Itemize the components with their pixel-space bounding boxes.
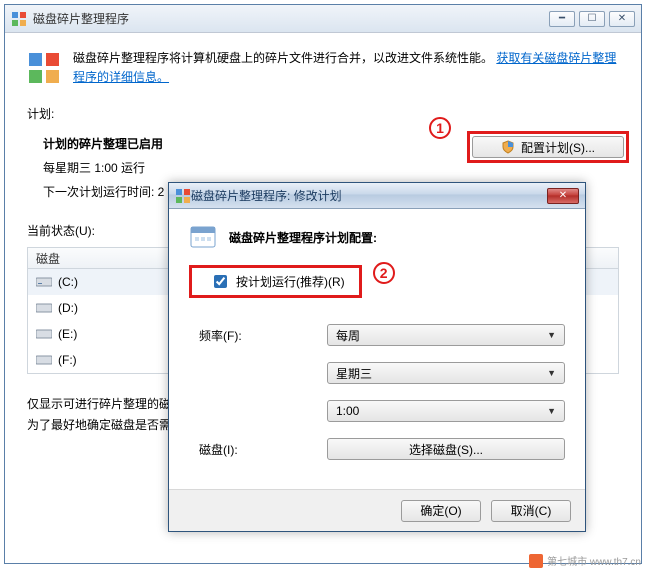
- day-combo[interactable]: 星期三 ▼: [327, 362, 565, 384]
- drive-label: (E:): [58, 327, 77, 341]
- defrag-app-icon: [11, 11, 27, 27]
- disk-row: 磁盘(I): 选择磁盘(S)...: [199, 430, 565, 468]
- day-row: 星期三 ▼: [199, 354, 565, 392]
- defrag-app-icon: [175, 188, 191, 204]
- select-disk-button[interactable]: 选择磁盘(S)...: [327, 438, 565, 460]
- maximize-button[interactable]: ☐: [579, 11, 605, 27]
- dialog-footer: 确定(O) 取消(C): [169, 489, 585, 531]
- callout-1-badge: 1: [429, 117, 451, 139]
- watermark-logo-icon: [529, 554, 543, 568]
- callout-2-box: 按计划运行(推荐)(R) 2: [189, 265, 362, 298]
- ok-button[interactable]: 确定(O): [401, 500, 481, 522]
- drive-icon: [36, 276, 52, 288]
- drive-icon: [36, 302, 52, 314]
- schedule-form: 频率(F): 每周 ▼ 星期三 ▼ 1:00 ▼: [199, 316, 565, 468]
- info-desc: 磁盘碎片整理程序将计算机硬盘上的碎片文件进行合并，以改进文件系统性能。: [73, 51, 493, 65]
- frequency-label: 频率(F):: [199, 327, 327, 344]
- day-value: 星期三: [336, 365, 372, 382]
- run-on-schedule-checkbox[interactable]: [214, 275, 227, 288]
- main-titlebar: 磁盘碎片整理程序 ━ ☐ ✕: [5, 5, 641, 33]
- configure-schedule-label: 配置计划(S)...: [521, 139, 595, 156]
- frequency-combo[interactable]: 每周 ▼: [327, 324, 565, 346]
- main-title: 磁盘碎片整理程序: [33, 10, 549, 27]
- callout-1-box: 配置计划(S)...: [467, 131, 629, 163]
- drive-label: (D:): [58, 301, 78, 315]
- configure-schedule-button[interactable]: 配置计划(S)...: [472, 136, 624, 158]
- chevron-down-icon: ▼: [547, 406, 556, 416]
- cancel-label: 取消(C): [511, 502, 552, 519]
- config-area: 配置计划(S)...: [467, 131, 629, 163]
- dialog-title: 磁盘碎片整理程序: 修改计划: [191, 187, 547, 204]
- info-bar: 磁盘碎片整理程序将计算机硬盘上的碎片文件进行合并，以改进文件系统性能。 获取有关…: [5, 33, 641, 89]
- chevron-down-icon: ▼: [547, 368, 556, 378]
- dialog-header-row: 磁盘碎片整理程序计划配置:: [189, 223, 565, 251]
- time-value: 1:00: [336, 404, 359, 418]
- frequency-value: 每周: [336, 327, 360, 344]
- drive-icon: [36, 354, 52, 366]
- plan-label: 计划:: [27, 105, 619, 122]
- dialog-titlebar: 磁盘碎片整理程序: 修改计划 ✕: [169, 183, 585, 209]
- time-combo[interactable]: 1:00 ▼: [327, 400, 565, 422]
- run-on-schedule-label: 按计划运行(推荐)(R): [236, 273, 345, 290]
- minimize-button[interactable]: ━: [549, 11, 575, 27]
- drive-icon: [36, 328, 52, 340]
- chevron-down-icon: ▼: [547, 330, 556, 340]
- dialog-close-button[interactable]: ✕: [547, 188, 579, 204]
- window-controls: ━ ☐ ✕: [549, 11, 635, 27]
- ok-label: 确定(O): [420, 502, 461, 519]
- watermark: 第七城市 www.th7.cn: [529, 553, 641, 568]
- callout-2-badge: 2: [373, 262, 395, 284]
- drive-label: (C:): [58, 275, 78, 289]
- drive-label: (F:): [58, 353, 77, 367]
- frequency-row: 频率(F): 每周 ▼: [199, 316, 565, 354]
- modify-schedule-dialog: 磁盘碎片整理程序: 修改计划 ✕ 磁盘碎片整理程序计划配置: 按计划运行(推荐)…: [168, 182, 586, 532]
- time-row: 1:00 ▼: [199, 392, 565, 430]
- shield-icon: [501, 140, 515, 154]
- disk-label: 磁盘(I):: [199, 441, 327, 458]
- run-on-schedule-row[interactable]: 按计划运行(推荐)(R): [206, 270, 349, 293]
- select-disk-label: 选择磁盘(S)...: [409, 441, 483, 458]
- watermark-text: 第七城市 www.th7.cn: [547, 553, 641, 568]
- calendar-icon: [189, 223, 217, 251]
- dialog-header-text: 磁盘碎片整理程序计划配置:: [229, 229, 377, 246]
- defrag-large-icon: [27, 51, 61, 85]
- cancel-button[interactable]: 取消(C): [491, 500, 571, 522]
- info-text: 磁盘碎片整理程序将计算机硬盘上的碎片文件进行合并，以改进文件系统性能。 获取有关…: [73, 49, 619, 87]
- close-button[interactable]: ✕: [609, 11, 635, 27]
- dialog-body: 磁盘碎片整理程序计划配置: 按计划运行(推荐)(R) 2 频率(F): 每周 ▼…: [169, 209, 585, 489]
